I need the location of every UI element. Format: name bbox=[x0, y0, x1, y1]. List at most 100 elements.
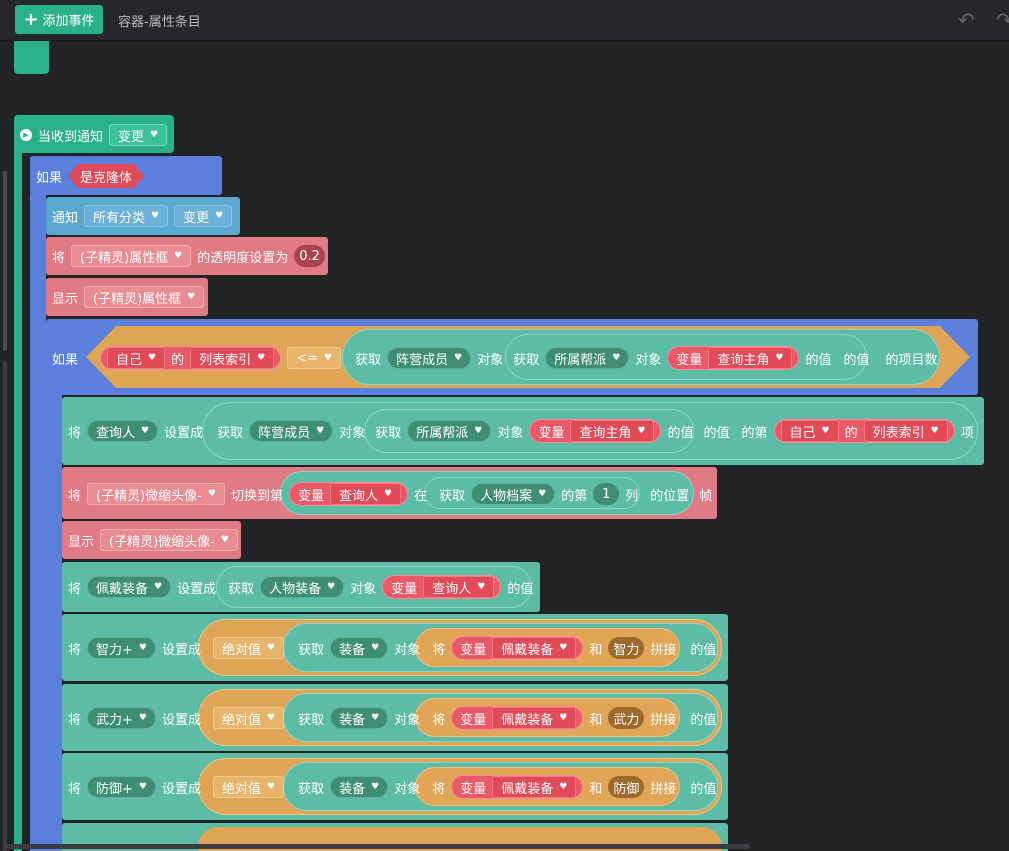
collapsed-event-block[interactable] bbox=[14, 41, 49, 74]
operator-dropdown[interactable]: <= ♥ bbox=[287, 347, 342, 369]
dropdown-value: 阵营成员 bbox=[396, 352, 449, 368]
dropdown-value: 人物档案 bbox=[480, 488, 533, 504]
container-title: 容器-属性条目 bbox=[118, 15, 201, 30]
sprite-dropdown[interactable]: (子精灵)属性框 ♥ bbox=[84, 286, 205, 308]
sprite-dropdown[interactable]: (子精灵)微缩头像- ♥ bbox=[100, 529, 238, 551]
get-text: 获取 bbox=[439, 488, 466, 504]
variable-target-dropdown[interactable]: 防御+ ♥ bbox=[87, 776, 156, 798]
notify-event-dropdown[interactable]: 变更 ♥ bbox=[174, 205, 233, 227]
chevron-down-icon: ♥ bbox=[151, 211, 160, 221]
show-label: 显示 bbox=[68, 534, 95, 550]
self-dropdown[interactable]: 自己 ♥ bbox=[107, 347, 166, 369]
chevron-down-icon: ♥ bbox=[821, 426, 830, 436]
set-prefix: 将 bbox=[68, 425, 82, 441]
chevron-down-icon: ♥ bbox=[371, 713, 380, 723]
variable-dropdown[interactable]: 查询人 ♥ bbox=[423, 576, 495, 598]
sprite-dropdown[interactable]: (子精灵)微缩头像- ♥ bbox=[87, 483, 225, 505]
self-property-pill[interactable]: 自己 ♥ 的 列表索引 ♥ bbox=[773, 419, 955, 443]
equip-dropdown[interactable]: 装备 ♥ bbox=[330, 776, 389, 798]
horizontal-scrollbar[interactable] bbox=[5, 844, 750, 849]
variable-dropdown[interactable]: 查询主角 ♥ bbox=[570, 420, 655, 442]
archive-dropdown[interactable]: 人物档案 ♥ bbox=[471, 483, 556, 505]
vertical-scrollbar[interactable] bbox=[3, 171, 7, 351]
variable-dropdown[interactable]: 查询人 ♥ bbox=[329, 483, 402, 505]
block-workspace[interactable]: ▶ 当收到通知 变更 ♥ 如果 是克隆体 通知 所有分类 ♥ 变更 ♥ 将 (子精灵)… bbox=[0, 41, 1009, 851]
variable-pill[interactable]: 变量 查询主角 ♥ bbox=[667, 346, 800, 370]
equip-dropdown[interactable]: 装备 ♥ bbox=[330, 637, 389, 659]
faction-dropdown[interactable]: 所属帮派 ♥ bbox=[407, 420, 492, 442]
stat-name-input[interactable]: 防御 bbox=[608, 776, 645, 798]
chevron-down-icon: ♥ bbox=[559, 713, 568, 723]
dropdown-value: 所有分类 bbox=[93, 210, 146, 226]
play-icon: ▶ bbox=[20, 129, 32, 141]
add-event-button[interactable]: + 添加事件 bbox=[15, 5, 103, 34]
property-dropdown[interactable]: 列表索引 ♥ bbox=[190, 347, 275, 369]
dropdown-value: 查询主角 bbox=[717, 352, 770, 368]
undo-icon[interactable]: ↶ bbox=[958, 8, 975, 32]
variable-dropdown[interactable]: 查询主角 ♥ bbox=[708, 347, 793, 369]
opacity-value-input[interactable]: 0.2 bbox=[294, 245, 325, 267]
variable-pill[interactable]: 变量 佩戴装备 ♥ bbox=[451, 636, 584, 660]
variable-pill[interactable]: 变量 佩戴装备 ♥ bbox=[451, 706, 584, 730]
variable-dropdown[interactable]: 佩戴装备 ♥ bbox=[492, 637, 577, 659]
dropdown-value: 列表索引 bbox=[199, 352, 252, 368]
set-prefix: 将 bbox=[68, 581, 82, 597]
dropdown-value: 装备 bbox=[339, 712, 366, 728]
variable-target-dropdown[interactable]: 佩戴装备 ♥ bbox=[87, 576, 172, 598]
plus-icon: + bbox=[23, 8, 39, 30]
self-dropdown[interactable]: 自己 ♥ bbox=[780, 420, 839, 442]
self-property-pill[interactable]: 自己 ♥ 的 列表索引 ♥ bbox=[100, 346, 282, 370]
notification-dropdown[interactable]: 变更 ♥ bbox=[109, 124, 168, 146]
and-text: 和 bbox=[589, 712, 603, 728]
variable-pill[interactable]: 变量 查询人 ♥ bbox=[288, 482, 409, 506]
dropdown-value: 变更 bbox=[118, 129, 145, 145]
notify-label: 通知 bbox=[52, 210, 79, 226]
in-text: 在 bbox=[414, 488, 428, 504]
stat-name-input[interactable]: 智力 bbox=[608, 637, 645, 659]
chevron-down-icon: ♥ bbox=[150, 130, 159, 140]
chevron-down-icon: ♥ bbox=[371, 782, 380, 792]
faction-dropdown[interactable]: 所属帮派 ♥ bbox=[545, 347, 630, 369]
abs-dropdown[interactable]: 绝对值 ♥ bbox=[213, 637, 285, 659]
redo-icon[interactable]: ↷ bbox=[996, 8, 1009, 32]
variable-pill[interactable]: 变量 佩戴装备 ♥ bbox=[451, 775, 584, 799]
variable-target-dropdown[interactable]: 智力+ ♥ bbox=[87, 637, 156, 659]
member-dropdown[interactable]: 阵营成员 ♥ bbox=[387, 347, 472, 369]
chevron-down-icon: ♥ bbox=[138, 782, 147, 792]
set-prefix: 将 bbox=[52, 250, 66, 266]
dropdown-value: 所属帮派 bbox=[554, 352, 607, 368]
equip-dropdown[interactable]: 人物装备 ♥ bbox=[260, 576, 345, 598]
variable-pill[interactable]: 变量 查询主角 ♥ bbox=[529, 419, 662, 443]
dropdown-value: (子精灵)属性框 bbox=[93, 291, 182, 307]
notify-target-dropdown[interactable]: 所有分类 ♥ bbox=[84, 205, 169, 227]
chevron-down-icon: ♥ bbox=[267, 643, 276, 653]
column-number-input[interactable]: 1 bbox=[593, 483, 620, 505]
set-prefix: 将 bbox=[68, 488, 82, 504]
concat-text: 拼接 bbox=[650, 712, 677, 728]
of-text: 的 bbox=[171, 352, 185, 368]
variable-text: 变量 bbox=[538, 425, 565, 441]
variable-target-dropdown[interactable]: 武力+ ♥ bbox=[87, 707, 156, 729]
if-label: 如果 bbox=[52, 352, 79, 368]
abs-dropdown[interactable]: 绝对值 ♥ bbox=[213, 707, 285, 729]
abs-dropdown[interactable]: 绝对值 ♥ bbox=[213, 776, 285, 798]
property-dropdown[interactable]: 列表索引 ♥ bbox=[863, 420, 948, 442]
column-text: 列 bbox=[625, 488, 639, 504]
dropdown-value: (子精灵)微缩头像- bbox=[96, 488, 202, 504]
sprite-dropdown[interactable]: (子精灵)属性框 ♥ bbox=[71, 245, 192, 267]
equip-dropdown[interactable]: 装备 ♥ bbox=[330, 707, 389, 729]
value-text: 的值 bbox=[843, 352, 870, 368]
is-clone-condition[interactable]: 是克隆体 bbox=[68, 164, 144, 188]
dropdown-value: 佩戴装备 bbox=[501, 642, 554, 658]
variable-dropdown[interactable]: 佩戴装备 ♥ bbox=[492, 707, 577, 729]
variable-text: 变量 bbox=[460, 781, 487, 797]
stat-name-input[interactable]: 武力 bbox=[608, 707, 645, 729]
variable-pill[interactable]: 变量 查询人 ♥ bbox=[382, 575, 502, 599]
variable-target-dropdown[interactable]: 查询人 ♥ bbox=[87, 420, 159, 442]
nth-text: 的第 bbox=[741, 425, 768, 441]
get-text: 获取 bbox=[513, 352, 540, 368]
of-text: 的 bbox=[844, 425, 858, 441]
member-dropdown[interactable]: 阵营成员 ♥ bbox=[249, 420, 334, 442]
variable-dropdown[interactable]: 佩戴装备 ♥ bbox=[492, 776, 577, 798]
chevron-down-icon: ♥ bbox=[215, 211, 224, 221]
